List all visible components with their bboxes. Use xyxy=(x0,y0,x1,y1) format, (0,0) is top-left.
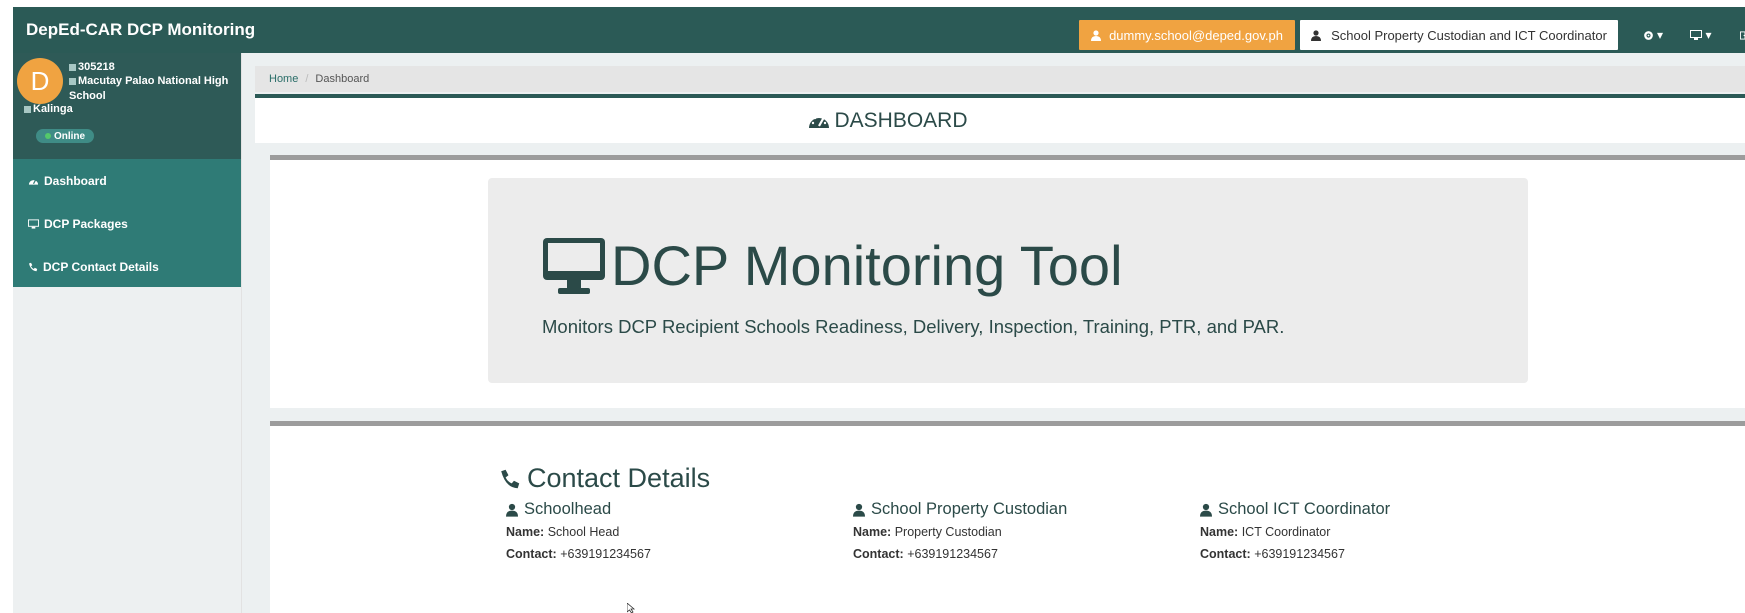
app-brand[interactable]: DepEd-CAR DCP Monitoring xyxy=(26,20,255,40)
square-icon xyxy=(69,77,76,85)
contact-label: Contact: xyxy=(853,547,904,561)
sidebar-item-dashboard[interactable]: Dashboard xyxy=(13,159,241,202)
contact-details-title: Contact Details xyxy=(527,463,711,493)
name-label: Name: xyxy=(853,525,892,539)
phone-icon xyxy=(501,469,520,488)
user-email: dummy.school@deped.gov.ph xyxy=(1109,27,1283,43)
division: Kalinga xyxy=(33,103,73,115)
user-icon xyxy=(506,503,518,517)
top-strip xyxy=(0,0,1745,7)
display-dropdown[interactable]: ▾ xyxy=(1681,20,1721,50)
caret-down-icon: ▾ xyxy=(1705,28,1712,42)
desktop-icon xyxy=(543,237,605,294)
page-header: DASHBOARD xyxy=(255,98,1745,143)
user-panel: D 305218 Macutay Palao National High Sch… xyxy=(13,53,241,159)
caret-down-icon: ▾ xyxy=(1656,28,1664,42)
status-dot-icon xyxy=(44,133,51,139)
contact-details-panel: Contact Details Schoolhead Name: School … xyxy=(270,421,1745,613)
sidebar-item-dcp-contact-details[interactable]: DCP Contact Details xyxy=(13,245,241,288)
jumbotron-subtitle: Monitors DCP Recipient Schools Readiness… xyxy=(542,316,1285,337)
sidebar-item-label: Dashboard xyxy=(44,173,107,188)
contact-card-ict-coordinator: School ICT Coordinator Name: ICT Coordin… xyxy=(1200,500,1500,561)
user-role-button[interactable]: School Property Custodian and ICT Coordi… xyxy=(1300,20,1618,50)
top-navbar: DepEd-CAR DCP Monitoring dummy.school@de… xyxy=(13,7,1745,53)
contact-name: ICT Coordinator xyxy=(1241,525,1331,539)
school-id: 305218 xyxy=(78,61,115,73)
contact-label: Contact: xyxy=(1200,547,1251,561)
sidebar-item-dcp-packages[interactable]: DCP Packages xyxy=(13,202,241,245)
settings-dropdown[interactable]: ▾ xyxy=(1633,20,1673,50)
name-label: Name: xyxy=(506,525,545,539)
name-label: Name: xyxy=(1200,525,1239,539)
school-name-line2: School xyxy=(69,90,106,102)
contact-number: +639191234567 xyxy=(1254,547,1345,561)
logout-button[interactable] xyxy=(1731,20,1745,50)
contact-role-title: Schoolhead xyxy=(524,500,612,518)
dashboard-icon xyxy=(809,114,830,128)
breadcrumb: Home / Dashboard xyxy=(255,66,1745,92)
gear-icon xyxy=(1644,30,1653,40)
sidebar-item-label: DCP Contact Details xyxy=(43,259,159,274)
sidebar-menu: Dashboard DCP Packages DCP Contact Detai… xyxy=(13,159,241,287)
user-email-button[interactable]: dummy.school@deped.gov.ph xyxy=(1079,20,1295,50)
status-text: Online xyxy=(53,130,86,142)
jumbotron: DCP Monitoring Tool Monitors DCP Recipie… xyxy=(488,178,1528,383)
square-icon xyxy=(24,105,31,113)
contact-name: School Head xyxy=(547,525,620,539)
jumbotron-title: DCP Monitoring Tool xyxy=(611,234,1123,297)
breadcrumb-current: Dashboard xyxy=(315,73,370,85)
contact-role-title: School Property Custodian xyxy=(871,500,1068,518)
main-content: Home / Dashboard DASHBOARD DCP Monitorin… xyxy=(242,53,1745,613)
phone-icon xyxy=(29,262,38,271)
school-id-row: 305218 xyxy=(69,60,115,75)
school-name-line1: Macutay Palao National High xyxy=(78,75,229,87)
user-icon xyxy=(1200,503,1212,517)
user-icon xyxy=(1091,29,1102,41)
monitor-icon xyxy=(28,218,39,229)
page-title: DASHBOARD xyxy=(834,108,968,132)
contact-card-schoolhead: Schoolhead Name: School Head Contact: +6… xyxy=(506,500,806,561)
sign-out-icon xyxy=(1740,30,1745,40)
mouse-cursor-icon xyxy=(627,603,636,613)
contact-card-property-custodian: School Property Custodian Name: Property… xyxy=(853,500,1153,561)
breadcrumb-separator: / xyxy=(305,73,309,85)
dashboard-icon xyxy=(28,178,39,185)
contact-label: Contact: xyxy=(506,547,557,561)
square-icon xyxy=(69,63,76,71)
contact-name: Property Custodian xyxy=(894,525,1002,539)
user-icon xyxy=(853,503,865,517)
contact-role-title: School ICT Coordinator xyxy=(1218,500,1391,518)
status-badge: Online xyxy=(36,129,94,143)
user-icon xyxy=(1311,29,1322,41)
breadcrumb-home-link[interactable]: Home xyxy=(269,73,298,85)
intro-panel: DCP Monitoring Tool Monitors DCP Recipie… xyxy=(270,155,1745,408)
monitor-icon xyxy=(1690,30,1703,40)
contact-number: +639191234567 xyxy=(907,547,998,561)
school-name-row: Macutay Palao National High School xyxy=(69,74,241,104)
division-row: Kalinga xyxy=(24,102,73,117)
sidebar: D 305218 Macutay Palao National High Sch… xyxy=(13,53,242,613)
sidebar-item-label: DCP Packages xyxy=(44,216,128,231)
contact-number: +639191234567 xyxy=(560,547,651,561)
avatar: D xyxy=(17,58,63,104)
user-role: School Property Custodian and ICT Coordi… xyxy=(1331,27,1607,43)
